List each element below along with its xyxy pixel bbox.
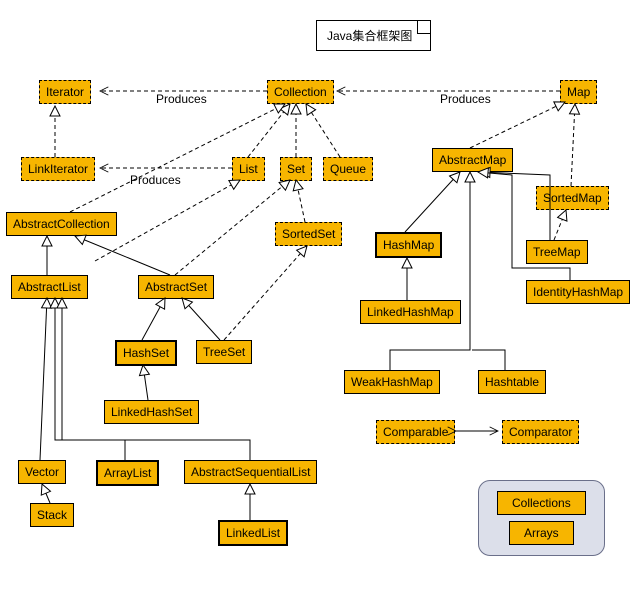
node-arraylist: ArrayList [96,460,159,486]
node-linkedlist: LinkedList [218,520,288,546]
node-treeset: TreeSet [196,340,252,364]
node-stack: Stack [30,503,74,527]
node-collection: Collection [267,80,334,104]
node-comparable: Comparable [376,420,455,444]
node-abstractcollection: AbstractCollection [6,212,117,236]
node-abstractlist: AbstractList [11,275,88,299]
node-hashtable: Hashtable [478,370,546,394]
node-iterator: Iterator [39,80,91,104]
node-linkedhashmap: LinkedHashMap [360,300,461,324]
node-vector: Vector [18,460,66,484]
edge-label-produces-3: Produces [130,173,181,187]
diagram-canvas: Java集合框架图 Iterator Collection Map LinkIt… [0,0,643,611]
node-queue: Queue [323,157,373,181]
node-treemap: TreeMap [526,240,588,264]
edge-label-produces-2: Produces [440,92,491,106]
node-weakhashmap: WeakHashMap [344,370,440,394]
node-abstractmap: AbstractMap [432,148,513,172]
edge-label-produces-1: Produces [156,92,207,106]
legend-item-arrays: Arrays [509,521,574,545]
node-linkedhashset: LinkedHashSet [104,400,199,424]
node-sortedmap: SortedMap [536,186,609,210]
node-set: Set [280,157,312,181]
node-map: Map [560,80,597,104]
node-identityhashmap: IdentityHashMap [526,280,630,304]
node-list: List [232,157,265,181]
node-sortedset: SortedSet [275,222,342,246]
title-note: Java集合框架图 [316,20,431,51]
node-hashmap: HashMap [375,232,442,258]
node-hashset: HashSet [115,340,177,366]
legend-panel: Collections Arrays [478,480,605,556]
legend-item-collections: Collections [497,491,586,515]
node-abstractset: AbstractSet [138,275,214,299]
node-abstractsequentiallist: AbstractSequentialList [184,460,317,484]
node-comparator: Comparator [502,420,579,444]
node-linkiterator: LinkIterator [21,157,95,181]
